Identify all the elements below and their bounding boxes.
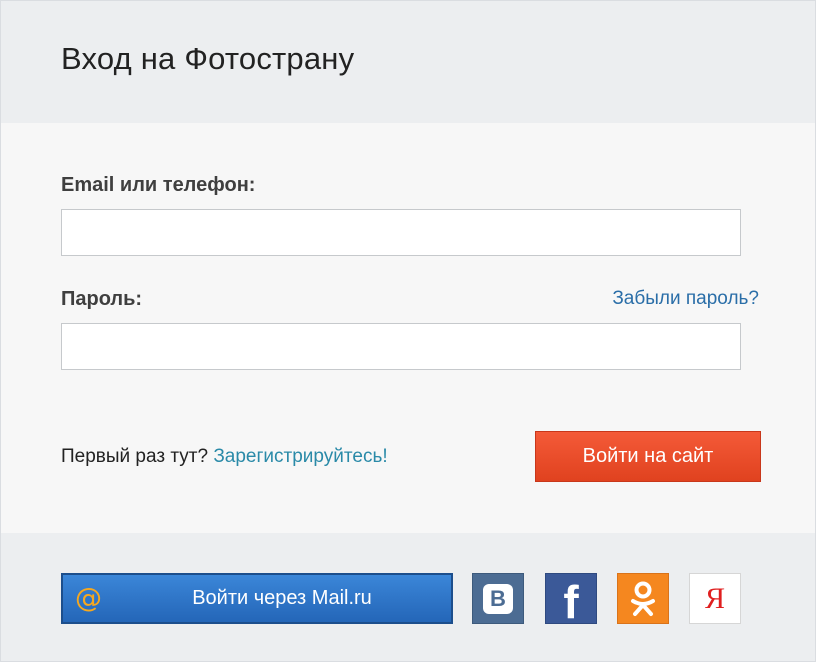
yandex-icon: Я xyxy=(704,582,725,615)
vk-icon: В xyxy=(483,584,513,614)
odnoklassniki-icon xyxy=(631,581,655,616)
register-link[interactable]: Зарегистрируйтесь! xyxy=(213,446,387,467)
email-label: Email или телефон: xyxy=(61,174,256,196)
facebook-icon: f xyxy=(563,576,579,628)
vk-login-button[interactable]: В xyxy=(472,573,524,624)
yandex-login-button[interactable]: Я xyxy=(689,573,741,624)
login-button[interactable]: Войти на сайт xyxy=(535,431,761,482)
password-field[interactable] xyxy=(61,323,741,370)
odnoklassniki-login-button[interactable] xyxy=(617,573,669,624)
login-form: Email или телефон: Пароль: Забыли пароль… xyxy=(1,123,815,533)
mailru-login-label: Войти через Mail.ru xyxy=(192,587,372,609)
mailru-login-button[interactable]: @ Войти через Mail.ru xyxy=(61,573,453,624)
social-login-bar: @ Войти через Mail.ru В f Я xyxy=(1,533,815,661)
dialog-title: Вход на Фотострану xyxy=(61,41,355,76)
first-time-text: Первый раз тут? xyxy=(61,446,209,467)
login-dialog: Вход на Фотострану Email или телефон: Па… xyxy=(0,0,816,662)
dialog-header: Вход на Фотострану xyxy=(1,1,815,123)
password-label: Пароль: xyxy=(61,288,143,310)
mailru-icon: @ xyxy=(75,583,102,614)
email-field[interactable] xyxy=(61,209,741,256)
forgot-password-link[interactable]: Забыли пароль? xyxy=(612,288,759,310)
register-prompt: Первый раз тут? Зарегистрируйтесь! xyxy=(61,446,388,468)
facebook-login-button[interactable]: f xyxy=(545,573,597,628)
